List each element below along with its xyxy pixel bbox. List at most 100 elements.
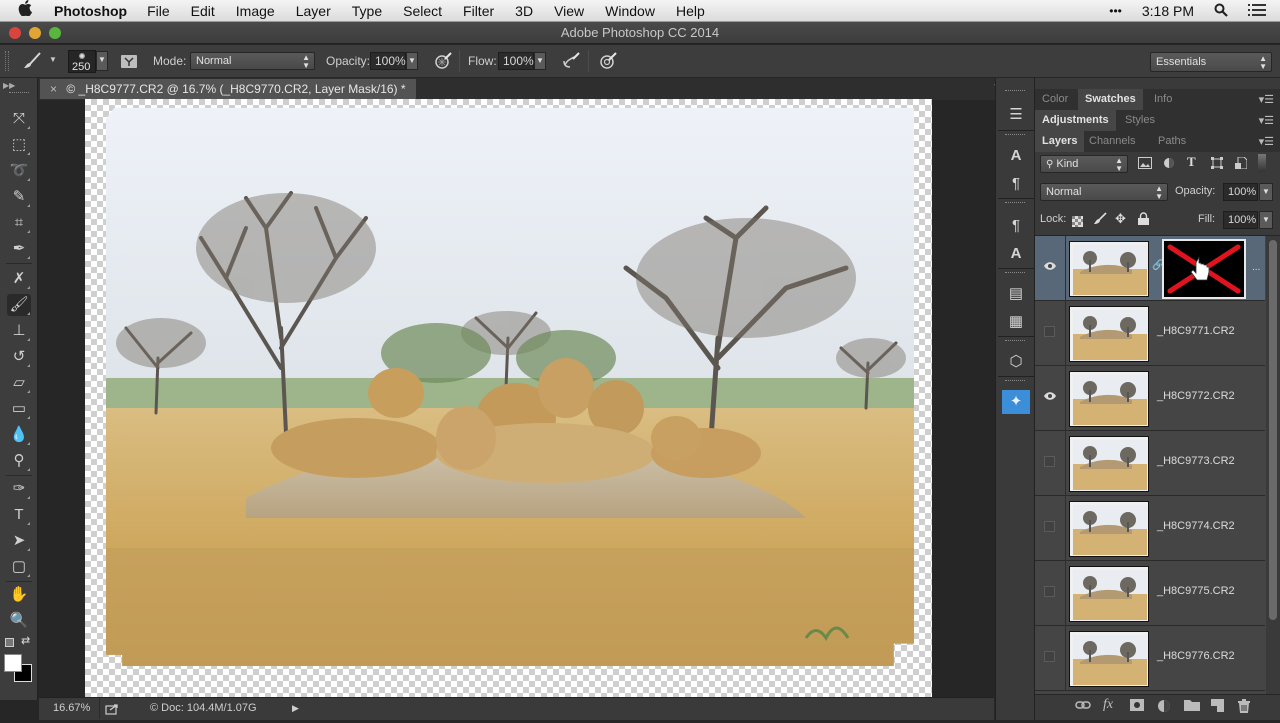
panel-group-grip[interactable] — [1005, 340, 1025, 343]
layer-row[interactable]: 🔗... — [1035, 236, 1265, 301]
panel-menu-icon[interactable]: ▾☰ — [1259, 114, 1274, 127]
menu-image[interactable]: Image — [236, 3, 275, 19]
layer-opacity-dropdown[interactable]: ▼ — [1259, 183, 1273, 201]
pen-tool[interactable]: ✑ — [7, 478, 31, 500]
workspace-switcher[interactable]: Essentials ▲ ▼ — [1150, 52, 1272, 72]
healing-brush-tool[interactable]: ✗ — [7, 268, 31, 290]
lasso-tool[interactable]: ➰ — [7, 160, 31, 182]
filter-adjustment-layers-icon[interactable] — [1163, 156, 1175, 174]
rectangle-tool[interactable]: ▢ — [7, 556, 31, 578]
spotlight-search-icon[interactable] — [1214, 3, 1228, 20]
gradient-tool[interactable]: ▭ — [7, 398, 31, 420]
move-tool[interactable]: ⤧ — [7, 108, 31, 130]
filter-toggle-switch[interactable] — [1258, 154, 1266, 172]
layer-name[interactable]: _H8C9776.CR2 — [1157, 650, 1235, 662]
layers-scrollbar-track[interactable] — [1266, 236, 1280, 694]
filter-pixel-layers-icon[interactable] — [1138, 156, 1152, 174]
lock-image-pixels-icon[interactable] — [1093, 212, 1107, 231]
hand-tool[interactable]: ✋ — [7, 584, 31, 606]
default-colors-icon[interactable] — [5, 638, 14, 647]
filter-shape-layers-icon[interactable] — [1211, 156, 1223, 174]
history-brush-tool[interactable]: ↺ — [7, 346, 31, 368]
options-bar-grip[interactable] — [5, 51, 9, 71]
layer-thumbnail[interactable] — [1069, 501, 1149, 557]
new-adjustment-layer-icon[interactable] — [1157, 699, 1171, 716]
notification-center-icon[interactable] — [1248, 3, 1266, 19]
menu-window[interactable]: Window — [605, 3, 655, 19]
close-window-button[interactable] — [9, 27, 21, 39]
eyedropper-tool[interactable]: ✒ — [7, 238, 31, 260]
path-selection-tool[interactable]: ➤ — [7, 530, 31, 552]
layer-visibility-eye-icon[interactable] — [1043, 390, 1057, 404]
marquee-tool[interactable]: ⬚ — [7, 134, 31, 156]
layer-visibility-toggle[interactable] — [1044, 521, 1055, 532]
filter-smart-objects-icon[interactable] — [1235, 156, 1248, 174]
menu-type[interactable]: Type — [352, 3, 382, 19]
layer-row[interactable]: _H8C9775.CR2 — [1035, 561, 1265, 626]
layer-visibility-toggle[interactable] — [1044, 586, 1055, 597]
tab-layers[interactable]: Layers — [1035, 131, 1085, 152]
new-layer-icon[interactable] — [1211, 699, 1224, 715]
lock-position-icon[interactable]: ✥ — [1115, 211, 1126, 227]
close-document-icon[interactable]: × — [50, 82, 57, 96]
apple-menu-icon[interactable] — [18, 0, 44, 21]
add-layer-style-icon[interactable]: fx — [1103, 697, 1113, 713]
quick-selection-tool[interactable]: ✎ — [7, 186, 31, 208]
clone-stamp-tool[interactable]: ⊥ — [7, 320, 31, 342]
brush-preset-picker[interactable]: 250 — [68, 50, 96, 73]
menu-edit[interactable]: Edit — [191, 3, 215, 19]
layer-row[interactable]: _H8C9774.CR2 — [1035, 496, 1265, 561]
opacity-dropdown[interactable]: ▼ — [406, 52, 418, 70]
paragraph-styles-icon[interactable]: ¶ — [1002, 214, 1030, 238]
tab-channels[interactable]: Channels — [1082, 131, 1142, 152]
properties-icon[interactable]: ▤ — [1002, 282, 1030, 306]
layer-blend-mode-select[interactable]: Normal ▲ ▼ — [1040, 183, 1168, 201]
flow-dropdown[interactable]: ▼ — [534, 52, 546, 70]
layer-name[interactable]: _H8C9772.CR2 — [1157, 390, 1235, 402]
layer-thumbnail[interactable] — [1069, 306, 1149, 362]
layer-name[interactable]: _H8C9774.CR2 — [1157, 520, 1235, 532]
type-tool[interactable]: T — [7, 504, 31, 526]
toolbar-grip[interactable] — [9, 92, 29, 95]
character-styles-icon[interactable]: A — [1002, 242, 1030, 266]
panel-group-grip[interactable] — [1005, 134, 1025, 137]
menubar-overflow[interactable]: ••• — [1109, 4, 1122, 18]
brush-panel-toggle-icon[interactable] — [120, 52, 138, 73]
menu-select[interactable]: Select — [403, 3, 442, 19]
layer-name[interactable]: _H8C9773.CR2 — [1157, 455, 1235, 467]
panel-menu-icon[interactable]: ▾☰ — [1259, 135, 1274, 148]
panel-group-grip[interactable] — [1005, 90, 1025, 93]
zoom-window-button[interactable] — [49, 27, 61, 39]
menubar-clock[interactable]: 3:18 PM — [1142, 3, 1194, 19]
brush-tool-preset-icon[interactable] — [22, 51, 42, 74]
layer-visibility-toggle[interactable] — [1044, 651, 1055, 662]
pressure-opacity-icon[interactable] — [433, 51, 453, 74]
layer-name[interactable]: _H8C9771.CR2 — [1157, 325, 1235, 337]
new-group-icon[interactable] — [1184, 699, 1200, 714]
menu-layer[interactable]: Layer — [296, 3, 331, 19]
filter-type-layers-icon[interactable]: T — [1187, 154, 1196, 170]
layer-row[interactable]: _H8C9772.CR2 — [1035, 366, 1265, 431]
app-menu[interactable]: Photoshop — [54, 3, 127, 19]
layer-thumbnail[interactable] — [1069, 566, 1149, 622]
zoom-tool[interactable]: 🔍 — [7, 610, 31, 632]
panel-group-grip[interactable] — [1005, 272, 1025, 275]
fill-dropdown[interactable]: ▼ — [1259, 211, 1273, 229]
pressure-size-icon[interactable] — [598, 51, 618, 74]
layer-row[interactable]: _H8C9776.CR2 — [1035, 626, 1265, 691]
tab-info[interactable]: Info — [1147, 89, 1179, 110]
minimize-window-button[interactable] — [29, 27, 41, 39]
layers-scrollbar-thumb[interactable] — [1269, 240, 1277, 620]
lock-transparent-pixels-icon[interactable] — [1072, 214, 1083, 232]
foreground-color-swatch[interactable] — [4, 654, 22, 672]
dodge-tool[interactable]: ⚲ — [7, 450, 31, 472]
brush-preset-dropdown[interactable]: ▼ — [96, 51, 108, 71]
menu-filter[interactable]: Filter — [463, 3, 494, 19]
layer-thumbnail[interactable] — [1069, 631, 1149, 687]
menu-view[interactable]: View — [554, 3, 584, 19]
layer-thumbnail[interactable] — [1069, 371, 1149, 427]
zoom-level[interactable]: 16.67% — [53, 698, 90, 719]
panel-group-grip[interactable] — [1005, 380, 1025, 383]
tab-styles[interactable]: Styles — [1118, 110, 1162, 131]
character-icon[interactable]: A — [1002, 144, 1030, 168]
